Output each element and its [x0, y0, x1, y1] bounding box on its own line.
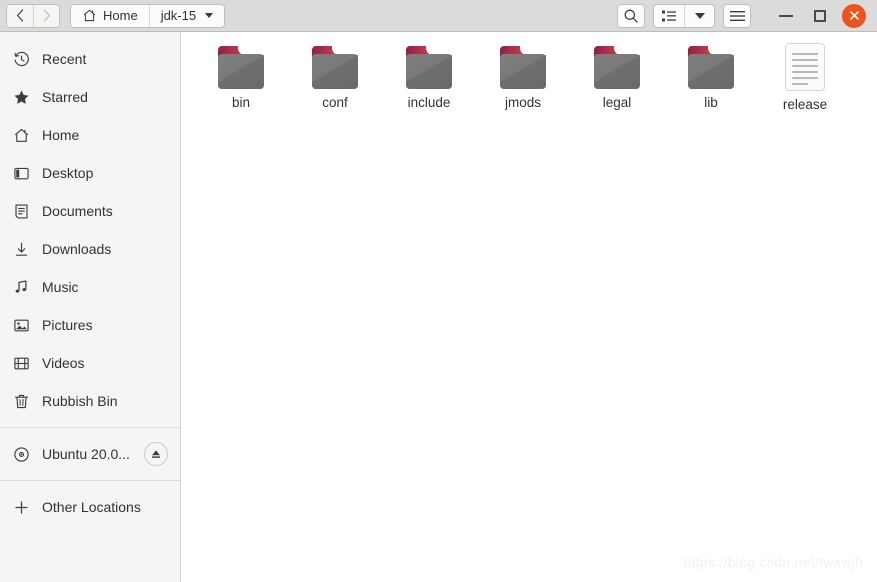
x-glyph	[849, 11, 859, 20]
chevron-down-icon	[205, 13, 214, 18]
list-view-icon	[662, 10, 676, 21]
file-label: legal	[602, 95, 632, 110]
header-left-group: Home jdk-15	[0, 3, 226, 28]
sidebar-label: Videos	[42, 355, 85, 371]
breadcrumb: Home jdk-15	[70, 3, 226, 28]
minimize-button[interactable]	[769, 2, 803, 30]
sidebar-label: Rubbish Bin	[42, 393, 118, 409]
image-icon	[12, 316, 30, 334]
file-label: include	[407, 95, 451, 110]
sidebar-label: Other Locations	[42, 499, 141, 515]
chevron-down-icon	[694, 12, 705, 19]
file-item-jmods[interactable]: jmods	[476, 38, 570, 112]
icon-grid: bin conf include jmods legal lib release	[182, 32, 877, 112]
file-label: jmods	[504, 95, 541, 110]
text-file-icon	[785, 43, 825, 91]
sidebar-item-music[interactable]: Music	[0, 268, 180, 306]
music-note-icon	[12, 278, 30, 296]
maximize-button[interactable]	[803, 2, 837, 30]
forward-button[interactable]	[33, 4, 59, 27]
file-manager-window: Home jdk-15 Recent Starred Home Desktop …	[0, 0, 877, 582]
sidebar-label: Recent	[42, 51, 87, 67]
star-icon	[12, 88, 30, 106]
eject-icon	[152, 450, 160, 458]
main-menu-button[interactable]	[723, 3, 751, 28]
sidebar-label: Documents	[42, 203, 113, 219]
file-item-legal[interactable]: legal	[570, 38, 664, 112]
sidebar-label: Starred	[42, 89, 88, 105]
home-icon	[83, 9, 96, 22]
eject-button[interactable]	[144, 442, 168, 466]
folder-icon	[594, 43, 640, 89]
sidebar-divider	[0, 427, 180, 428]
file-item-conf[interactable]: conf	[288, 38, 382, 112]
file-item-include[interactable]: include	[382, 38, 476, 112]
search-button[interactable]	[617, 3, 645, 28]
sidebar-item-recent[interactable]: Recent	[0, 40, 180, 78]
sidebar-item-ubuntu-disc[interactable]: Ubuntu 20.0...	[0, 435, 180, 473]
sidebar-label: Ubuntu 20.0...	[42, 446, 130, 462]
sidebar: Recent Starred Home Desktop Documents Do…	[0, 32, 181, 582]
sidebar-label: Pictures	[42, 317, 93, 333]
chevron-right-icon	[43, 9, 50, 22]
hamburger-menu-icon	[729, 10, 745, 21]
breadcrumb-label-home: Home	[103, 8, 138, 23]
file-item-release[interactable]: release	[758, 38, 852, 112]
sidebar-item-desktop[interactable]: Desktop	[0, 154, 180, 192]
search-icon	[624, 9, 638, 23]
close-icon	[842, 3, 866, 28]
sidebar-divider	[0, 480, 180, 481]
list-view-button[interactable]	[654, 5, 684, 27]
navigation-buttons	[6, 3, 60, 28]
desktop-icon	[12, 164, 30, 182]
minimize-icon	[779, 14, 793, 17]
file-list-area[interactable]: bin conf include jmods legal lib release…	[182, 32, 877, 582]
back-button[interactable]	[7, 4, 33, 27]
sidebar-item-home[interactable]: Home	[0, 116, 180, 154]
folder-icon	[218, 43, 264, 89]
document-icon	[12, 202, 30, 220]
file-item-lib[interactable]: lib	[664, 38, 758, 112]
folder-icon	[500, 43, 546, 89]
folder-icon	[406, 43, 452, 89]
file-label: bin	[231, 95, 250, 110]
header-bar: Home jdk-15	[0, 0, 877, 32]
file-label: release	[782, 97, 828, 112]
folder-icon	[688, 43, 734, 89]
header-right-group	[609, 2, 877, 30]
sidebar-label: Home	[42, 127, 80, 143]
film-icon	[12, 354, 30, 372]
home-icon	[12, 126, 30, 144]
clock-icon	[12, 50, 30, 68]
sidebar-item-downloads[interactable]: Downloads	[0, 230, 180, 268]
chevron-left-icon	[16, 9, 24, 22]
folder-icon	[312, 43, 358, 89]
breadcrumb-item-current[interactable]: jdk-15	[148, 4, 224, 27]
close-button[interactable]	[837, 2, 871, 30]
sidebar-item-pictures[interactable]: Pictures	[0, 306, 180, 344]
window-controls	[769, 2, 871, 30]
watermark: https://blog.csdn.net/twxwjh	[683, 554, 863, 570]
trash-icon	[12, 392, 30, 410]
disc-icon	[12, 445, 30, 463]
sidebar-item-other-locations[interactable]: Other Locations	[0, 488, 180, 526]
sidebar-item-videos[interactable]: Videos	[0, 344, 180, 382]
sidebar-label: Downloads	[42, 241, 112, 257]
sidebar-label: Music	[42, 279, 79, 295]
download-icon	[12, 240, 30, 258]
file-label: conf	[322, 95, 348, 110]
breadcrumb-item-home[interactable]: Home	[71, 5, 149, 27]
breadcrumb-label-current: jdk-15	[160, 8, 197, 23]
sidebar-item-rubbish-bin[interactable]: Rubbish Bin	[0, 382, 180, 420]
maximize-icon	[814, 9, 826, 22]
plus-icon	[12, 498, 30, 516]
view-options-button[interactable]	[684, 4, 714, 27]
sidebar-label: Desktop	[42, 165, 94, 181]
sidebar-item-documents[interactable]: Documents	[0, 192, 180, 230]
file-item-bin[interactable]: bin	[194, 38, 288, 112]
sidebar-item-starred[interactable]: Starred	[0, 78, 180, 116]
file-label: lib	[704, 95, 718, 110]
view-mode-group	[653, 3, 715, 28]
